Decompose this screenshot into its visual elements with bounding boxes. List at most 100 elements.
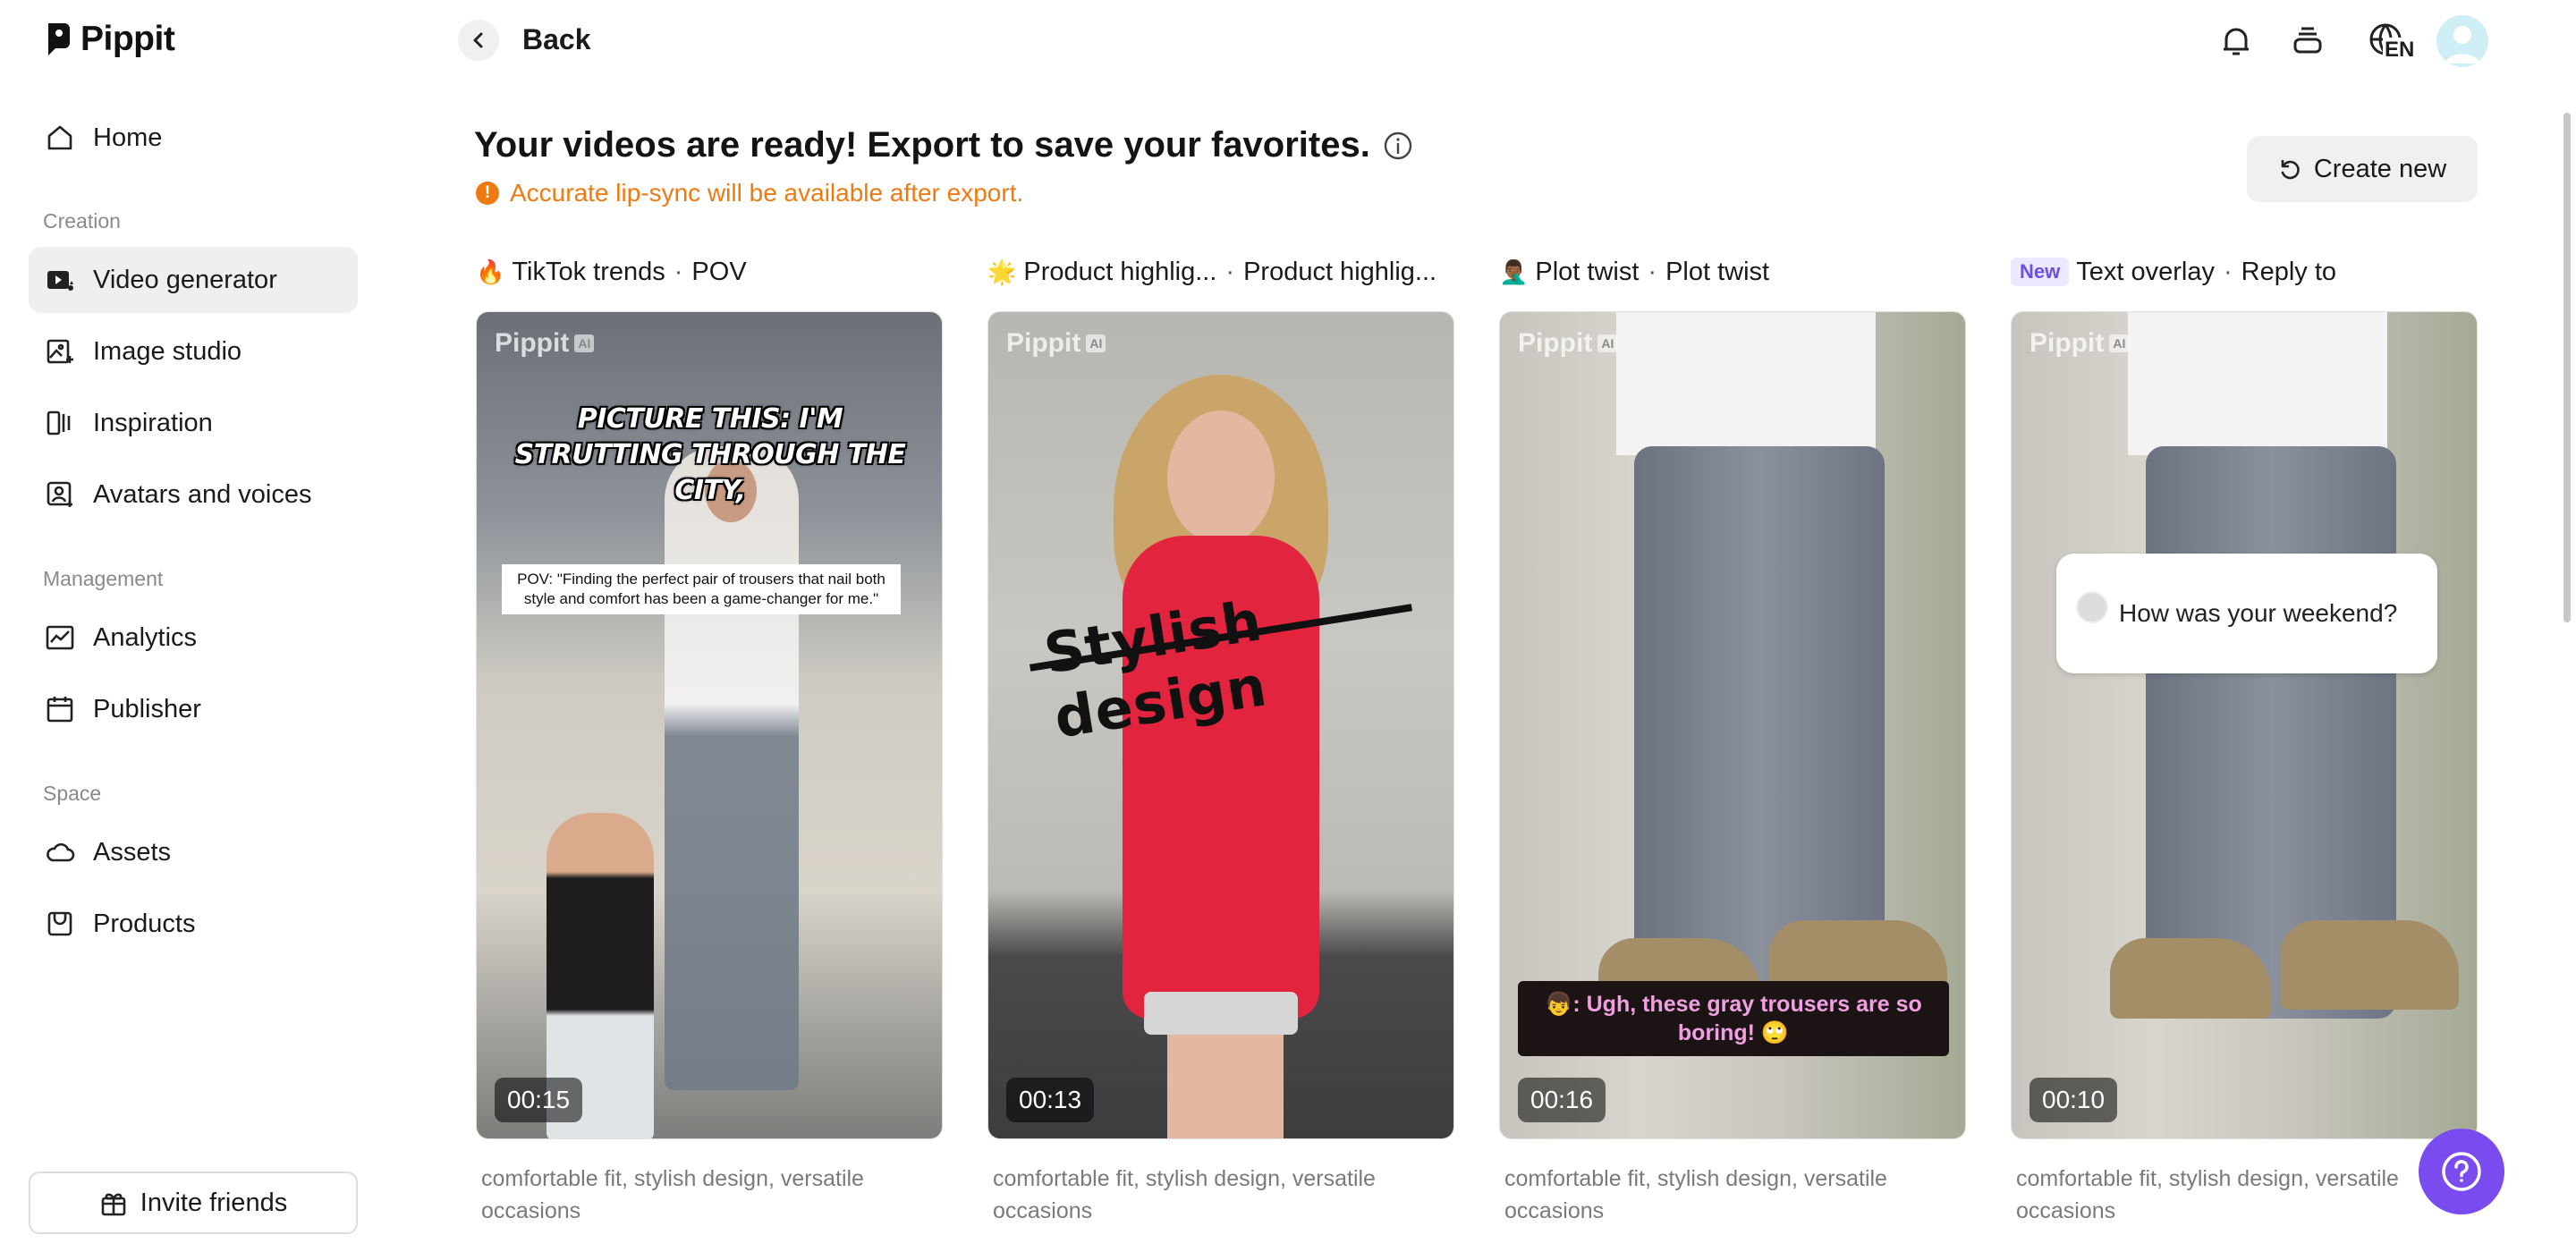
- sidebar-item-analytics[interactable]: Analytics: [29, 605, 358, 671]
- video-card-style: Product highlig...: [1243, 257, 1437, 286]
- sidebar-item-inspiration[interactable]: Inspiration: [29, 390, 358, 456]
- bell-icon: [2224, 28, 2249, 55]
- pippit-logo-icon: [48, 23, 70, 55]
- inspiration-icon: [47, 410, 71, 436]
- video-card-style: POV: [691, 257, 747, 286]
- sidebar-item-video-generator[interactable]: Video generator: [29, 247, 358, 313]
- video-thumbnail[interactable]: Pippit AI How was your weekend? 00:10: [2011, 311, 2478, 1139]
- sidebar-item-label: Publisher: [93, 694, 201, 723]
- video-card[interactable]: New Text overlay · Reply to Pippit AI How…: [2011, 250, 2478, 1227]
- pippit-watermark: Pippit AI: [1518, 328, 1618, 359]
- sidebar-item-home[interactable]: Home: [29, 105, 358, 171]
- user-icon: [2445, 26, 2479, 63]
- warning-icon: !: [476, 182, 499, 205]
- video-duration: 00:15: [495, 1078, 583, 1122]
- sidebar-item-label: Inspiration: [93, 408, 213, 437]
- page-scrollbar[interactable]: [2563, 113, 2571, 622]
- sidebar-item-label: Avatars and voices: [93, 479, 312, 509]
- products-icon: [47, 911, 72, 936]
- video-duration: 00:10: [2029, 1078, 2118, 1122]
- video-frame: [2012, 312, 2477, 1138]
- video-card[interactable]: 🔥 TikTok trends · POV Pippit AI PICTURE T…: [476, 250, 943, 1227]
- info-icon[interactable]: [1383, 131, 1413, 161]
- sidebar-item-label: Video generator: [93, 265, 277, 294]
- video-thumbnail[interactable]: Pippit AI 👦: Ugh, these gray trousers are…: [1499, 311, 1966, 1139]
- sidebar-item-label: Analytics: [93, 622, 198, 652]
- layers-icon: [2293, 27, 2322, 54]
- language-button[interactable]: EN: [2356, 18, 2419, 64]
- home-icon: [47, 125, 72, 150]
- pippit-watermark: Pippit AI: [495, 328, 595, 359]
- video-card[interactable]: 🤦🏾‍♂️ Plot twist · Plot twist Pippit AI 👦…: [1499, 250, 1966, 1227]
- new-badge: New: [2011, 258, 2070, 286]
- chevron-left-icon: [473, 32, 483, 48]
- video-card-description: comfortable fit, stylish design, versati…: [481, 1166, 864, 1223]
- video-generator-icon: [47, 271, 73, 291]
- back-label[interactable]: Back: [522, 23, 591, 56]
- lip-sync-notice-text: Accurate lip-sync will be available afte…: [510, 179, 1024, 207]
- section-label-creation: Creation: [43, 209, 121, 233]
- question-icon: [2442, 1152, 2481, 1191]
- video-card-description: comfortable fit, stylish design, versati…: [1504, 1166, 1887, 1223]
- video-card[interactable]: 🌟 Product highlig... · Product highlig..…: [987, 250, 1454, 1227]
- sidebar-item-products[interactable]: Products: [29, 891, 358, 957]
- sidebar-item-label: Home: [93, 123, 163, 152]
- calendar-icon: [47, 697, 73, 723]
- create-new-button[interactable]: Create new: [2247, 136, 2478, 202]
- video-card-title: 🔥 TikTok trends · POV: [476, 250, 943, 293]
- page-title-text: Your videos are ready! Export to save yo…: [474, 125, 1370, 165]
- video-card-style: Reply to: [2241, 257, 2337, 286]
- gift-icon: [101, 1193, 126, 1216]
- invite-friends-button[interactable]: Invite friends: [29, 1172, 358, 1234]
- title-separator: ·: [1648, 257, 1657, 286]
- title-separator: ·: [674, 257, 683, 286]
- video-duration: 00:13: [1006, 1078, 1095, 1122]
- video-card-description: comfortable fit, stylish design, versati…: [993, 1166, 1376, 1223]
- section-label-management: Management: [43, 567, 164, 590]
- notifications-button[interactable]: [2213, 18, 2259, 64]
- lip-sync-notice: ! Accurate lip-sync will be available af…: [476, 179, 1023, 207]
- language-code: EN: [2383, 38, 2417, 63]
- sidebar-item-label: Products: [93, 909, 196, 938]
- facepalm-icon: 🤦🏾‍♂️: [1499, 258, 1529, 285]
- back-button[interactable]: [458, 20, 499, 61]
- title-separator: ·: [2223, 257, 2233, 286]
- video-card-title: 🤦🏾‍♂️ Plot twist · Plot twist: [1499, 250, 1966, 293]
- page-title: Your videos are ready! Export to save yo…: [474, 125, 1413, 165]
- invite-friends-label: Invite friends: [140, 1188, 288, 1217]
- avatar-icon: [47, 481, 72, 507]
- reply-bubble-text: How was your weekend?: [2119, 599, 2398, 627]
- refresh-icon: [2281, 160, 2300, 180]
- video-caption-main: PICTURE THIS: I'M STRUTTING THROUGH THE …: [514, 403, 906, 506]
- caption-placeholder: [1144, 992, 1298, 1035]
- video-caption-sub: POV: "Finding the perfect pair of trouse…: [502, 564, 901, 614]
- video-card-description: comfortable fit, stylish design, versati…: [2016, 1166, 2399, 1223]
- video-thumbnail[interactable]: Pippit AI Stylish design 00:13: [987, 311, 1454, 1139]
- logo[interactable]: Pippit: [45, 20, 175, 59]
- commenter-avatar: [2076, 591, 2108, 623]
- image-studio-icon: [47, 339, 73, 364]
- pippit-watermark: Pippit AI: [1006, 328, 1106, 359]
- title-separator: ·: [1225, 257, 1235, 286]
- video-card-template: Plot twist: [1535, 257, 1640, 286]
- sidebar: Pippit Home Creation Video generator Ima…: [0, 0, 376, 1252]
- sidebar-item-assets[interactable]: Assets: [29, 819, 358, 885]
- create-new-label: Create new: [2313, 154, 2447, 183]
- video-card-title: 🌟 Product highlig... · Product highlig..…: [987, 250, 1454, 293]
- help-button[interactable]: [2419, 1129, 2504, 1214]
- video-thumbnail[interactable]: Pippit AI PICTURE THIS: I'M STRUTTING THR…: [476, 311, 943, 1139]
- sidebar-item-avatars-voices[interactable]: Avatars and voices: [29, 461, 358, 528]
- video-duration: 00:16: [1518, 1078, 1606, 1122]
- reply-bubble: How was your weekend?: [2056, 554, 2437, 673]
- user-avatar[interactable]: [2436, 15, 2488, 67]
- cloud-icon: [47, 842, 75, 862]
- video-card-template: Product highlig...: [1023, 257, 1217, 286]
- sidebar-item-image-studio[interactable]: Image studio: [29, 318, 358, 385]
- layers-button[interactable]: [2284, 18, 2331, 64]
- video-card-template: TikTok trends: [512, 257, 665, 286]
- logo-text: Pippit: [80, 20, 175, 58]
- analytics-icon: [46, 625, 74, 650]
- video-card-template: Text overlay: [2076, 257, 2215, 286]
- sidebar-item-publisher[interactable]: Publisher: [29, 676, 358, 742]
- sidebar-item-label: Assets: [93, 837, 172, 867]
